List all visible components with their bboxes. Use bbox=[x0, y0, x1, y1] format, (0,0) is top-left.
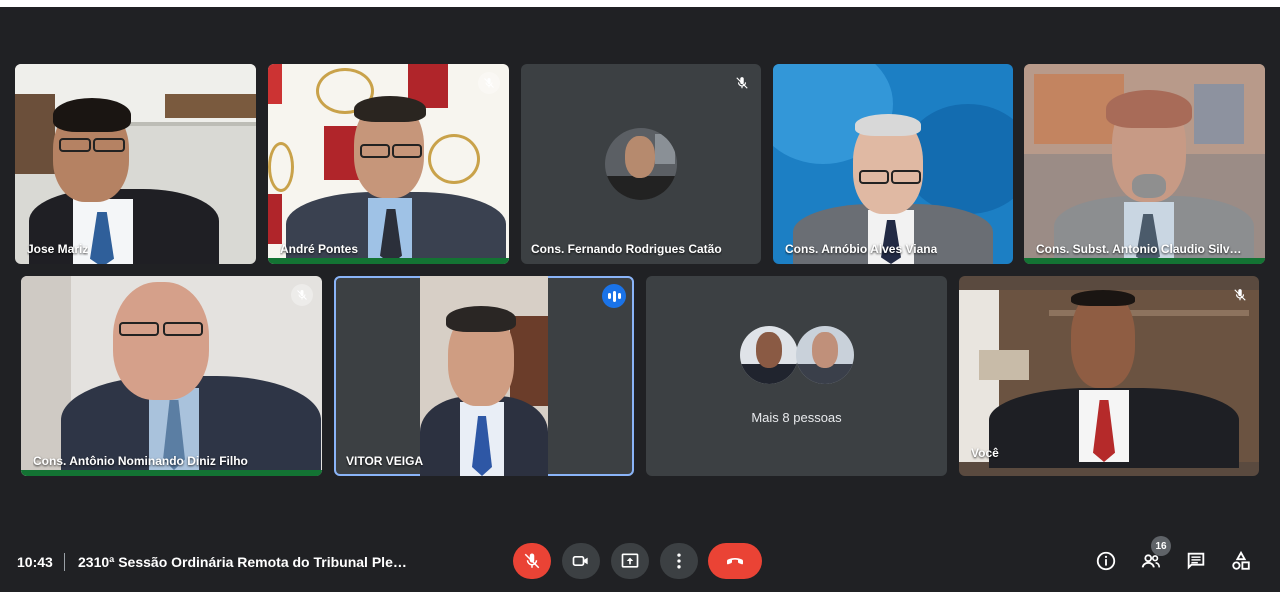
participant-name: Cons. Subst. Antonio Claudio Silv… bbox=[1036, 242, 1242, 256]
mic-off-icon bbox=[1234, 289, 1246, 301]
meeting-clock: 10:43 bbox=[17, 554, 53, 570]
muted-indicator bbox=[291, 284, 313, 306]
more-participants-tile[interactable]: Mais 8 pessoas bbox=[646, 276, 947, 476]
participant-count-badge: 16 bbox=[1151, 536, 1171, 556]
participant-name: Cons. Antônio Nominando Diniz Filho bbox=[33, 454, 248, 468]
participant-tile-antonio-nominando[interactable]: Cons. Antônio Nominando Diniz Filho bbox=[21, 276, 322, 476]
mic-off-icon bbox=[524, 553, 540, 569]
video-feed bbox=[959, 290, 1259, 468]
mic-off-icon bbox=[736, 77, 748, 89]
participant-tile-vitor-veiga[interactable]: VITOR VEIGA bbox=[334, 276, 634, 476]
present-screen-icon bbox=[621, 553, 639, 568]
speaking-indicator bbox=[602, 284, 626, 308]
audio-level-bar bbox=[21, 470, 322, 476]
muted-indicator bbox=[731, 72, 753, 94]
video-feed bbox=[15, 64, 256, 264]
camera-icon bbox=[572, 556, 588, 566]
video-feed bbox=[773, 64, 1013, 264]
muted-indicator bbox=[1229, 284, 1251, 306]
avatar bbox=[796, 326, 854, 384]
video-feed bbox=[268, 64, 509, 264]
avatar bbox=[740, 326, 798, 384]
video-feed bbox=[21, 276, 322, 476]
audio-level-bar bbox=[268, 258, 509, 264]
activities-button[interactable] bbox=[1226, 546, 1256, 576]
participant-name: André Pontes bbox=[280, 242, 359, 256]
mic-off-icon bbox=[484, 78, 494, 88]
self-view-tile[interactable]: Você bbox=[959, 276, 1259, 476]
meeting-title: 2310ª Sessão Ordinária Remota do Tribuna… bbox=[78, 554, 407, 570]
divider bbox=[64, 553, 65, 571]
meeting-details-button[interactable] bbox=[1091, 546, 1121, 576]
call-end-icon bbox=[727, 558, 743, 565]
info-icon bbox=[1096, 551, 1116, 571]
chat-icon bbox=[1187, 552, 1205, 570]
avatar bbox=[605, 128, 677, 200]
meeting-stage: Jose Mariz André Pontes Cons. Fernando R… bbox=[0, 7, 1280, 592]
camera-toggle-button[interactable] bbox=[562, 543, 600, 579]
more-options-button[interactable] bbox=[660, 543, 698, 579]
muted-indicator bbox=[478, 72, 500, 94]
more-people-label: Mais 8 pessoas bbox=[751, 410, 842, 425]
meeting-control-bar: 10:43 2310ª Sessão Ordinária Remota do T… bbox=[0, 532, 1280, 592]
video-feed bbox=[420, 276, 548, 476]
activities-icon bbox=[1232, 550, 1250, 570]
more-vert-icon bbox=[677, 553, 681, 569]
chat-button[interactable] bbox=[1181, 546, 1211, 576]
participant-tile-andre-pontes[interactable]: André Pontes bbox=[268, 64, 509, 264]
participant-name: Você bbox=[971, 446, 999, 460]
participant-name: Cons. Fernando Rodrigues Catão bbox=[531, 242, 722, 256]
participant-name: Jose Mariz bbox=[27, 242, 89, 256]
participant-name: VITOR VEIGA bbox=[346, 454, 424, 468]
microphone-toggle-button[interactable] bbox=[513, 543, 551, 579]
participant-tile-jose-mariz[interactable]: Jose Mariz bbox=[15, 64, 256, 264]
audio-level-bar bbox=[1024, 258, 1265, 264]
participant-name: Cons. Arnóbio Alves Viana bbox=[785, 242, 938, 256]
participant-tile-antonio-claudio[interactable]: Cons. Subst. Antonio Claudio Silv… bbox=[1024, 64, 1265, 264]
video-feed bbox=[1024, 64, 1265, 264]
participant-tile-arnobio[interactable]: Cons. Arnóbio Alves Viana bbox=[773, 64, 1013, 264]
mic-off-icon bbox=[297, 290, 307, 300]
participant-tile-fernando[interactable]: Cons. Fernando Rodrigues Catão bbox=[521, 64, 761, 264]
present-screen-button[interactable] bbox=[611, 543, 649, 579]
leave-call-button[interactable] bbox=[708, 543, 762, 579]
